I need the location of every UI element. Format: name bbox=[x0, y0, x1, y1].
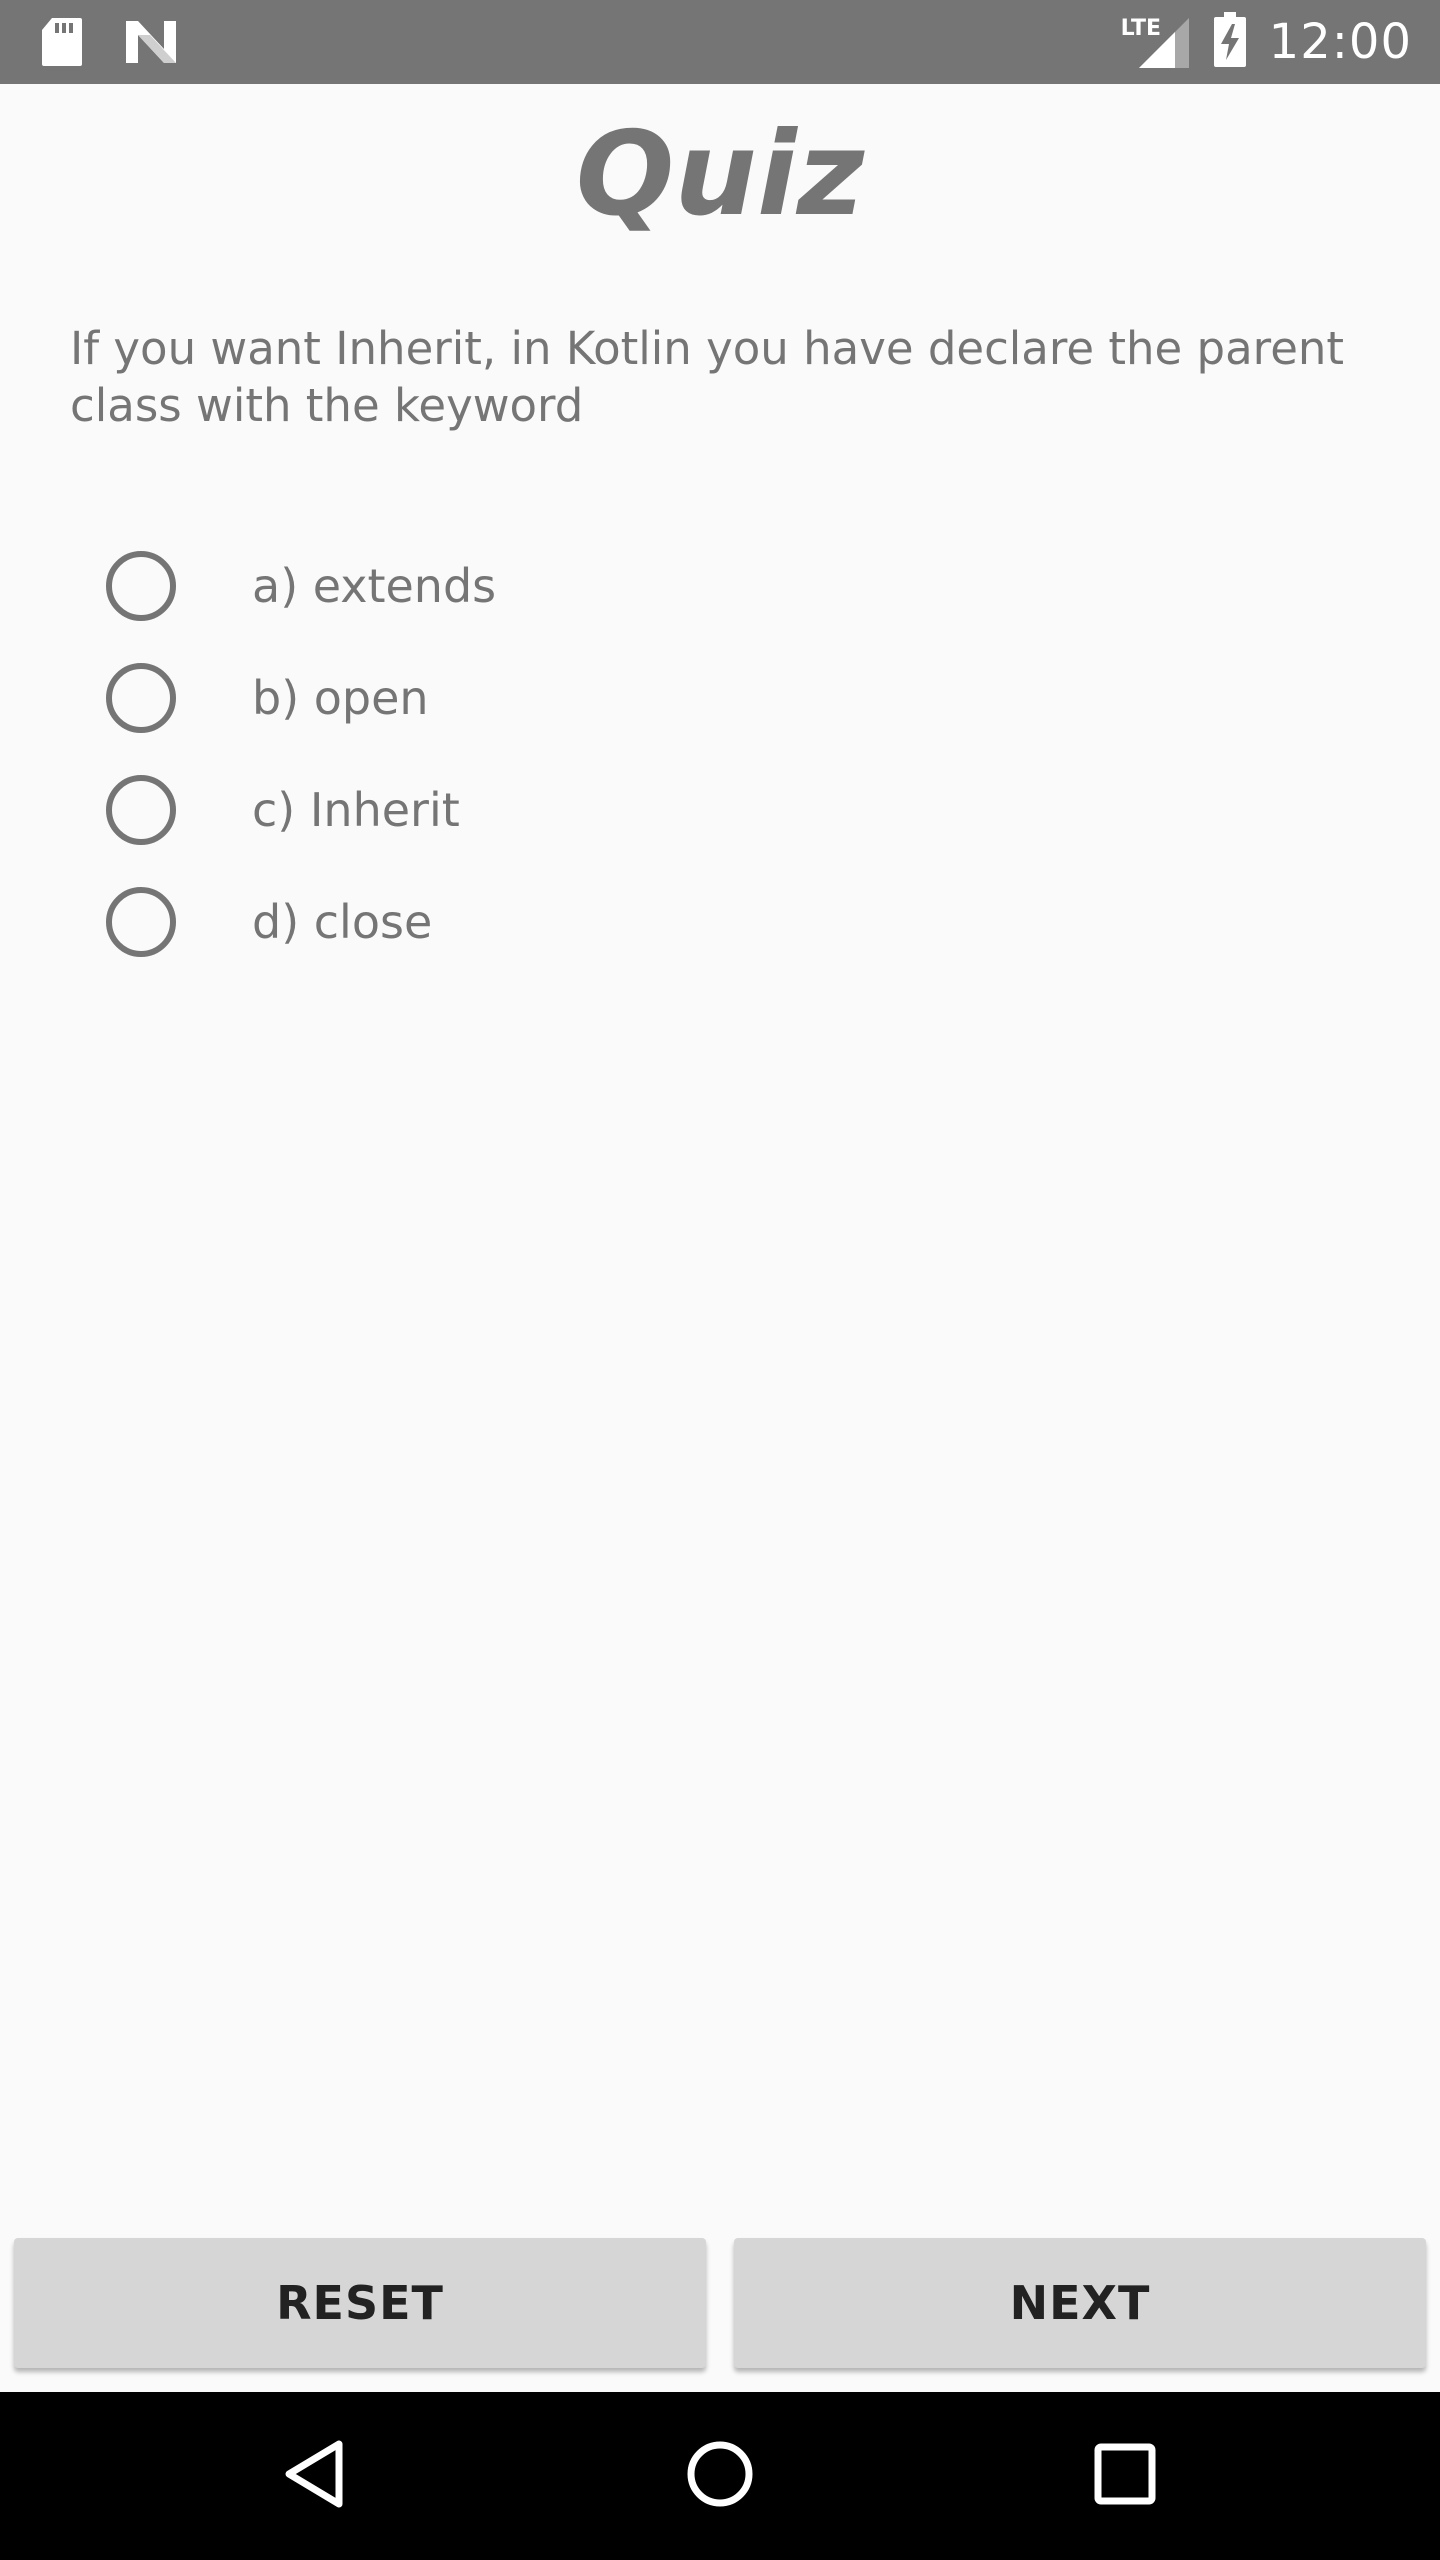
radio-button[interactable] bbox=[106, 663, 176, 733]
radio-button[interactable] bbox=[106, 775, 176, 845]
recents-button[interactable] bbox=[1025, 2392, 1225, 2560]
status-bar-right: LTE 12:00 bbox=[1121, 10, 1412, 74]
app-n-icon bbox=[124, 19, 178, 69]
option-label: b) open bbox=[252, 671, 429, 725]
status-bar-left bbox=[40, 16, 178, 72]
radio-button[interactable] bbox=[106, 551, 176, 621]
option-b[interactable]: b) open bbox=[90, 648, 890, 748]
back-icon bbox=[283, 2438, 347, 2514]
page-title: Quiz bbox=[575, 107, 865, 242]
radio-button[interactable] bbox=[106, 887, 176, 957]
option-label: c) Inherit bbox=[252, 783, 460, 837]
back-button[interactable] bbox=[215, 2392, 415, 2560]
cell-signal-icon: LTE bbox=[1121, 12, 1191, 72]
sd-card-icon bbox=[40, 16, 84, 72]
option-label: d) close bbox=[252, 895, 433, 949]
option-a[interactable]: a) extends bbox=[90, 536, 890, 636]
recents-icon bbox=[1094, 2443, 1156, 2509]
home-icon bbox=[685, 2439, 755, 2513]
next-button[interactable]: NEXT bbox=[734, 2238, 1426, 2368]
battery-charging-icon bbox=[1213, 12, 1247, 72]
question-text: If you want Inherit, in Kotlin you have … bbox=[70, 322, 1345, 432]
option-c[interactable]: c) Inherit bbox=[90, 760, 890, 860]
option-label: a) extends bbox=[252, 559, 497, 613]
home-button[interactable] bbox=[620, 2392, 820, 2560]
option-d[interactable]: d) close bbox=[90, 872, 890, 972]
reset-button[interactable]: RESET bbox=[14, 2238, 706, 2368]
navigation-bar bbox=[0, 2392, 1440, 2560]
status-bar: LTE 12:00 bbox=[0, 0, 1440, 84]
status-time: 12:00 bbox=[1268, 14, 1412, 70]
quiz-screen: LTE 12:00 Quiz If you want Inherit, in K… bbox=[0, 0, 1440, 2560]
